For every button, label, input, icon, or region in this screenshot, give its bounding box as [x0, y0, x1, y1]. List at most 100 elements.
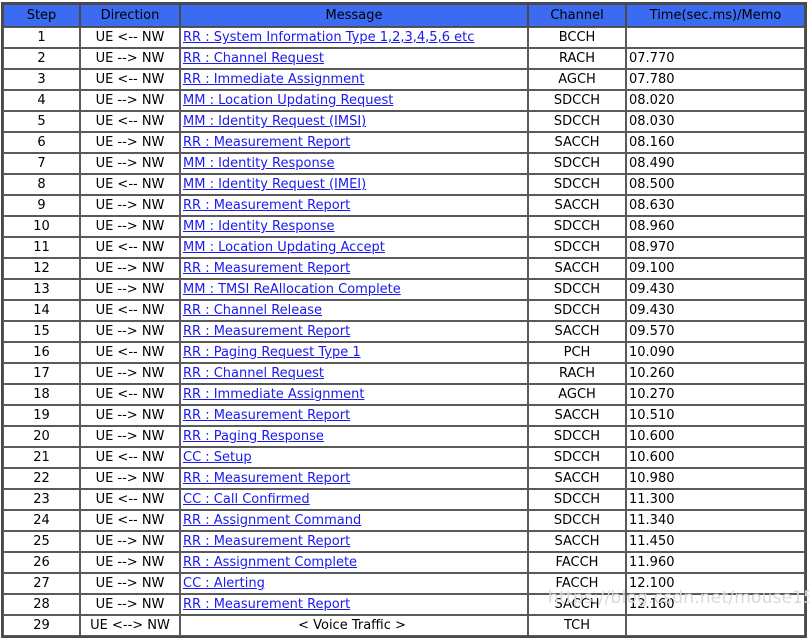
cell-message[interactable]: RR : Measurement Report	[180, 258, 528, 279]
cell-message[interactable]: RR : Paging Request Type 1	[180, 342, 528, 363]
cell-channel: FACCH	[528, 552, 626, 573]
cell-step: 7	[3, 153, 80, 174]
cell-message[interactable]: CC : Setup	[180, 447, 528, 468]
cell-message[interactable]: RR : System Information Type 1,2,3,4,5,6…	[180, 27, 528, 48]
cell-message[interactable]: MM : Identity Request (IMSI)	[180, 111, 528, 132]
message-link[interactable]: RR : Channel Release	[183, 303, 322, 318]
cell-message[interactable]: RR : Channel Request	[180, 48, 528, 69]
cell-time: 10.980	[626, 468, 805, 489]
cell-channel: PCH	[528, 342, 626, 363]
message-link[interactable]: RR : Measurement Report	[183, 534, 350, 549]
column-header-step[interactable]: Step	[3, 4, 80, 27]
table-row: 2 UE --> NW RR : Channel Request RACH 07.770	[3, 48, 805, 69]
table-row: 9 UE --> NW RR : Measurement Report SACCH 08…	[3, 195, 805, 216]
cell-direction: UE <-- NW	[80, 111, 180, 132]
message-link[interactable]: RR : Measurement Report	[183, 597, 350, 612]
message-link[interactable]: MM : Identity Response	[183, 156, 334, 171]
cell-direction: UE --> NW	[80, 321, 180, 342]
cell-channel: TCH	[528, 615, 626, 636]
column-header-time[interactable]: Time(sec.ms)/Memo	[626, 4, 805, 27]
message-link[interactable]: RR : Assignment Complete	[183, 555, 357, 570]
message-link[interactable]: RR : Measurement Report	[183, 324, 350, 339]
cell-time: 10.270	[626, 384, 805, 405]
message-link[interactable]: RR : Immediate Assignment	[183, 387, 364, 402]
cell-message[interactable]: MM : Location Updating Request	[180, 90, 528, 111]
cell-time: 12.160	[626, 594, 805, 615]
table-row: 18 UE <-- NW RR : Immediate Assignment AGCH…	[3, 384, 805, 405]
cell-message[interactable]: MM : Identity Response	[180, 153, 528, 174]
cell-direction: UE --> NW	[80, 258, 180, 279]
cell-channel: SACCH	[528, 594, 626, 615]
cell-message[interactable]: RR : Channel Release	[180, 300, 528, 321]
table-row: 7 UE --> NW MM : Identity Response SDCCH 08.…	[3, 153, 805, 174]
cell-message[interactable]: RR : Measurement Report	[180, 132, 528, 153]
message-link[interactable]: RR : Channel Request	[183, 51, 324, 66]
column-header-direction[interactable]: Direction	[80, 4, 180, 27]
message-link[interactable]: CC : Alerting	[183, 576, 265, 591]
cell-direction: UE <-- NW	[80, 384, 180, 405]
cell-message[interactable]: RR : Channel Request	[180, 363, 528, 384]
message-link[interactable]: CC : Setup	[183, 450, 252, 465]
message-link[interactable]: MM : Identity Request (IMEI)	[183, 177, 366, 192]
table-row: 8 UE <-- NW MM : Identity Request (IMEI) SD…	[3, 174, 805, 195]
message-link[interactable]: RR : System Information Type 1,2,3,4,5,6…	[183, 30, 474, 45]
message-link[interactable]: RR : Assignment Command	[183, 513, 361, 528]
message-link[interactable]: MM : Location Updating Accept	[183, 240, 385, 255]
table-row: 26 UE --> NW RR : Assignment Complete FACCH…	[3, 552, 805, 573]
cell-message[interactable]: RR : Measurement Report	[180, 321, 528, 342]
cell-time: 10.260	[626, 363, 805, 384]
cell-message[interactable]: RR : Measurement Report	[180, 405, 528, 426]
cell-step: 23	[3, 489, 80, 510]
cell-message[interactable]: RR : Assignment Command	[180, 510, 528, 531]
cell-direction: UE <-- NW	[80, 174, 180, 195]
cell-direction: UE <-- NW	[80, 300, 180, 321]
cell-time: 08.020	[626, 90, 805, 111]
cell-step: 1	[3, 27, 80, 48]
message-link[interactable]: RR : Measurement Report	[183, 198, 350, 213]
cell-step: 10	[3, 216, 80, 237]
cell-message[interactable]: MM : Identity Request (IMEI)	[180, 174, 528, 195]
cell-time: 09.570	[626, 321, 805, 342]
cell-message[interactable]: CC : Alerting	[180, 573, 528, 594]
cell-message[interactable]: RR : Measurement Report	[180, 195, 528, 216]
message-link[interactable]: RR : Measurement Report	[183, 261, 350, 276]
cell-message[interactable]: CC : Call Confirmed	[180, 489, 528, 510]
table-row: 15 UE --> NW RR : Measurement Report SACCH 0…	[3, 321, 805, 342]
message-link[interactable]: RR : Measurement Report	[183, 471, 350, 486]
cell-message[interactable]: MM : Location Updating Accept	[180, 237, 528, 258]
message-link[interactable]: MM : Location Updating Request	[183, 93, 393, 108]
message-link[interactable]: RR : Immediate Assignment	[183, 72, 364, 87]
message-link[interactable]: MM : TMSI ReAllocation Complete	[183, 282, 401, 297]
table-row: 27 UE --> NW CC : Alerting FACCH 12.100	[3, 573, 805, 594]
cell-direction: UE <-- NW	[80, 447, 180, 468]
table-row: 22 UE --> NW RR : Measurement Report SACCH 1…	[3, 468, 805, 489]
cell-step: 3	[3, 69, 80, 90]
cell-message[interactable]: MM : TMSI ReAllocation Complete	[180, 279, 528, 300]
cell-channel: SDCCH	[528, 237, 626, 258]
message-link[interactable]: CC : Call Confirmed	[183, 492, 310, 507]
cell-message[interactable]: RR : Measurement Report	[180, 531, 528, 552]
message-link[interactable]: RR : Paging Response	[183, 429, 324, 444]
table-row: 29 UE <--> NW < Voice Traffic > TCH	[3, 615, 805, 636]
cell-channel: SDCCH	[528, 300, 626, 321]
cell-time: 08.490	[626, 153, 805, 174]
cell-message[interactable]: RR : Assignment Complete	[180, 552, 528, 573]
cell-step: 28	[3, 594, 80, 615]
message-link[interactable]: MM : Identity Response	[183, 219, 334, 234]
message-link[interactable]: RR : Measurement Report	[183, 135, 350, 150]
message-link[interactable]: MM : Identity Request (IMSI)	[183, 114, 366, 129]
message-link[interactable]: RR : Measurement Report	[183, 408, 350, 423]
message-link[interactable]: RR : Channel Request	[183, 366, 324, 381]
cell-message[interactable]: RR : Measurement Report	[180, 468, 528, 489]
cell-message[interactable]: MM : Identity Response	[180, 216, 528, 237]
cell-message[interactable]: RR : Paging Response	[180, 426, 528, 447]
column-header-message[interactable]: Message	[180, 4, 528, 27]
message-link[interactable]: RR : Paging Request Type 1	[183, 345, 361, 360]
column-header-channel[interactable]: Channel	[528, 4, 626, 27]
cell-message[interactable]: RR : Immediate Assignment	[180, 384, 528, 405]
cell-message[interactable]: RR : Immediate Assignment	[180, 69, 528, 90]
cell-step: 26	[3, 552, 80, 573]
cell-channel: SDCCH	[528, 216, 626, 237]
table-row: 11 UE <-- NW MM : Location Updating Accept…	[3, 237, 805, 258]
cell-message[interactable]: RR : Measurement Report	[180, 594, 528, 615]
